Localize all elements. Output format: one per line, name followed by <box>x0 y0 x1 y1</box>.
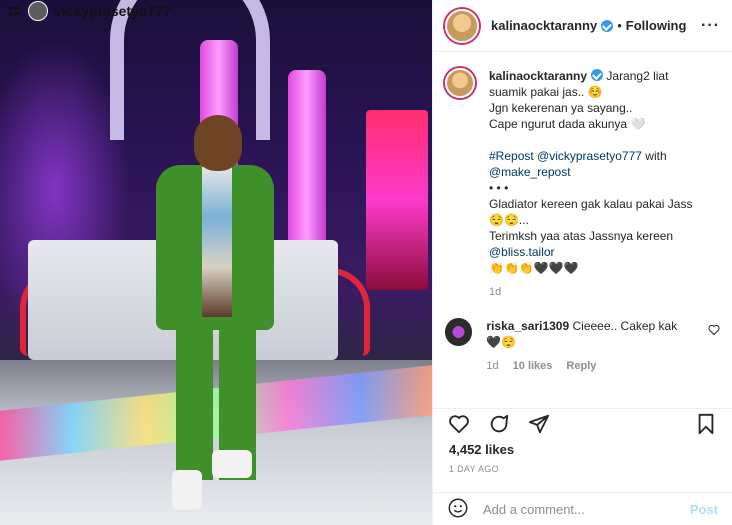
caption-line: Terimksh yaa atas Jassnya kereen <box>489 229 674 243</box>
action-bar <box>433 408 732 438</box>
comment-meta: 1d 10 likes Reply <box>486 358 688 374</box>
caption-dots: • • • <box>489 181 509 195</box>
white-sneaker <box>212 450 252 478</box>
post-photo[interactable]: vickyprasetyo777 <box>0 0 432 525</box>
make-repost-link[interactable]: @make_repost <box>489 164 709 180</box>
stage-screen <box>366 110 428 290</box>
emoji-icon[interactable] <box>447 497 469 522</box>
repost-hashtag-link[interactable]: #Repost @vickyprasetyo777 <box>489 149 642 163</box>
verified-icon <box>601 19 614 32</box>
post-header: kalinaocktaranny • Following ··· <box>433 0 732 52</box>
caption-avatar[interactable] <box>445 68 475 98</box>
repost-username[interactable]: vickyprasetyo777 <box>54 3 171 19</box>
comment-timestamp[interactable]: 1d <box>486 358 498 374</box>
commenter-username[interactable]: riska_sari1309 <box>486 319 569 333</box>
tailor-mention-link[interactable]: @bliss.tailor <box>489 244 709 260</box>
caption-emojis: 👏👏👏🖤🖤🖤 <box>489 261 579 275</box>
post-details-panel: kalinaocktaranny • Following ··· kalinao… <box>432 0 732 525</box>
caption: kalinaocktaranny Jarang2 liat suamik pak… <box>445 68 720 300</box>
author-username[interactable]: kalinaocktaranny <box>491 18 597 33</box>
caption-text: kalinaocktaranny Jarang2 liat suamik pak… <box>489 68 709 300</box>
heart-icon[interactable] <box>708 324 720 374</box>
person-in-green-suit <box>150 115 280 510</box>
white-sneaker <box>172 470 202 510</box>
patterned-shirt <box>202 167 232 317</box>
post-date[interactable]: 1 DAY AGO <box>449 464 499 474</box>
comment-item: riska_sari1309 Cieeee.. Cakep kak 🖤😌 1d … <box>445 318 720 374</box>
comment-likes[interactable]: 10 likes <box>513 358 553 374</box>
caption-with: with <box>645 149 667 163</box>
repost-icon <box>6 3 22 19</box>
verified-icon <box>591 69 604 81</box>
separator-dot: • <box>617 18 622 33</box>
likes-count[interactable]: 4,452 likes <box>449 442 514 457</box>
caption-line: Gladiator kereen gak kalau pakai Jass 😌😌… <box>489 197 693 227</box>
caption-username[interactable]: kalinaocktaranny <box>489 69 587 83</box>
reply-button[interactable]: Reply <box>566 358 596 374</box>
comment-icon[interactable] <box>487 412 511 436</box>
post-comment-button[interactable]: Post <box>690 502 718 517</box>
caption-timestamp[interactable]: 1d <box>489 284 709 300</box>
caption-line: Cape ngurut dada akunya 🤍 <box>489 117 646 131</box>
commenter-avatar[interactable] <box>445 318 473 346</box>
repost-banner: vickyprasetyo777 <box>6 0 171 22</box>
bookmark-icon[interactable] <box>694 412 718 436</box>
more-options-icon[interactable]: ··· <box>701 17 720 35</box>
share-icon[interactable] <box>527 412 551 436</box>
head <box>194 115 242 171</box>
caption-line: Jgn kekerenan ya sayang.. <box>489 101 633 115</box>
comments-section[interactable]: kalinaocktaranny Jarang2 liat suamik pak… <box>433 52 732 408</box>
following-button[interactable]: Following <box>626 18 687 33</box>
heart-icon[interactable] <box>447 412 471 436</box>
comment-input[interactable] <box>483 501 676 517</box>
repost-avatar[interactable] <box>28 1 48 21</box>
add-comment-bar: Post <box>433 492 732 525</box>
author-avatar[interactable] <box>445 8 479 43</box>
